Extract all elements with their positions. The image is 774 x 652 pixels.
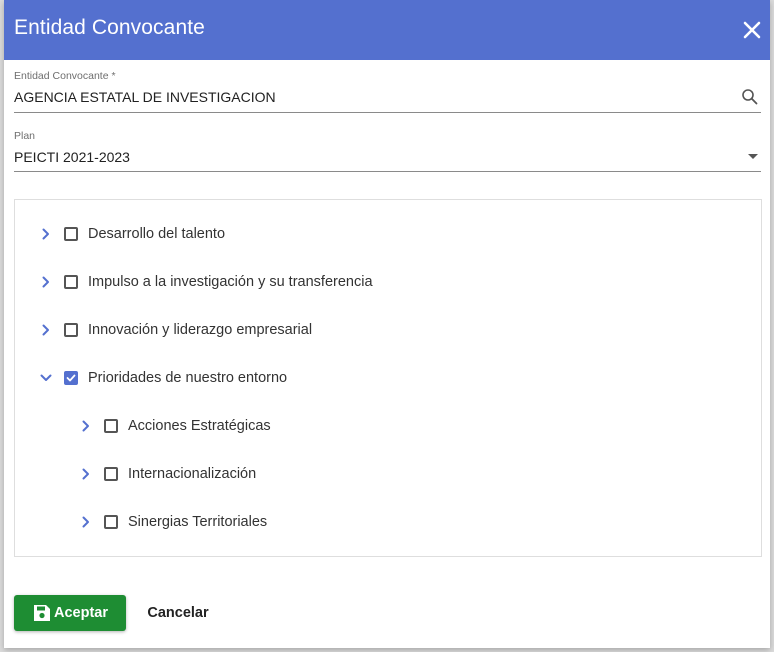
entidad-convocante-dialog: Entidad Convocante Entidad Convocante * … [4, 0, 770, 648]
entidad-convocante-field[interactable]: Entidad Convocante * AGENCIA ESTATAL DE … [14, 70, 761, 113]
tree-node-checkbox[interactable] [104, 515, 118, 529]
chevron-right-icon[interactable] [39, 227, 53, 241]
save-icon [32, 603, 52, 623]
search-icon[interactable] [741, 88, 758, 105]
dialog-header: Entidad Convocante [4, 0, 770, 60]
tree-node-label: Internacionalización [128, 466, 257, 482]
tree-node-label: Sinergias Territoriales [128, 514, 268, 530]
tree-node-label: Prioridades de nuestro entorno [88, 370, 288, 386]
entidad-convocante-value[interactable]: AGENCIA ESTATAL DE INVESTIGACION [14, 89, 276, 105]
tree-node-label: Desarrollo del talento [88, 226, 226, 242]
tree-node-checkbox[interactable] [64, 227, 78, 241]
program-tree: Desarrollo del talento Impulso a la inves… [14, 199, 762, 557]
accept-button-label: Aceptar [54, 605, 108, 621]
plan-label: Plan [14, 130, 36, 142]
dropdown-arrow-icon[interactable] [748, 154, 758, 159]
tree-node-label: Innovación y liderazgo empresarial [88, 322, 313, 338]
tree-node[interactable]: Impulso a la investigación y su transfer… [39, 270, 373, 294]
tree-node[interactable]: Acciones Estratégicas [79, 414, 271, 438]
cancel-button-label: Cancelar [147, 605, 209, 621]
plan-select[interactable]: Plan PEICTI 2021-2023 [14, 130, 761, 172]
tree-node-checkbox[interactable] [104, 419, 118, 433]
accept-button[interactable]: Aceptar [14, 595, 126, 631]
entidad-convocante-label: Entidad Convocante * [14, 70, 116, 82]
tree-node[interactable]: Innovación y liderazgo empresarial [39, 318, 312, 342]
chevron-right-icon[interactable] [39, 323, 53, 337]
chevron-right-icon[interactable] [79, 467, 93, 481]
tree-node-checkbox[interactable] [64, 371, 78, 385]
tree-node[interactable]: Internacionalización [79, 462, 256, 486]
tree-node[interactable]: Desarrollo del talento [39, 222, 225, 246]
tree-node-checkbox[interactable] [64, 275, 78, 289]
chevron-right-icon[interactable] [79, 515, 93, 529]
chevron-down-icon[interactable] [39, 371, 53, 385]
chevron-right-icon[interactable] [39, 275, 53, 289]
chevron-right-icon[interactable] [79, 419, 93, 433]
tree-node-checkbox[interactable] [104, 467, 118, 481]
tree-node-label: Acciones Estratégicas [128, 418, 271, 434]
tree-node[interactable]: Prioridades de nuestro entorno [39, 366, 287, 390]
cancel-button[interactable]: Cancelar [138, 595, 218, 631]
tree-node[interactable]: Sinergias Territoriales [79, 510, 267, 534]
dialog-title: Entidad Convocante [14, 16, 205, 39]
tree-node-label: Impulso a la investigación y su transfer… [88, 274, 373, 290]
close-icon[interactable] [742, 20, 762, 40]
plan-value[interactable]: PEICTI 2021-2023 [14, 149, 130, 165]
tree-node-checkbox[interactable] [64, 323, 78, 337]
